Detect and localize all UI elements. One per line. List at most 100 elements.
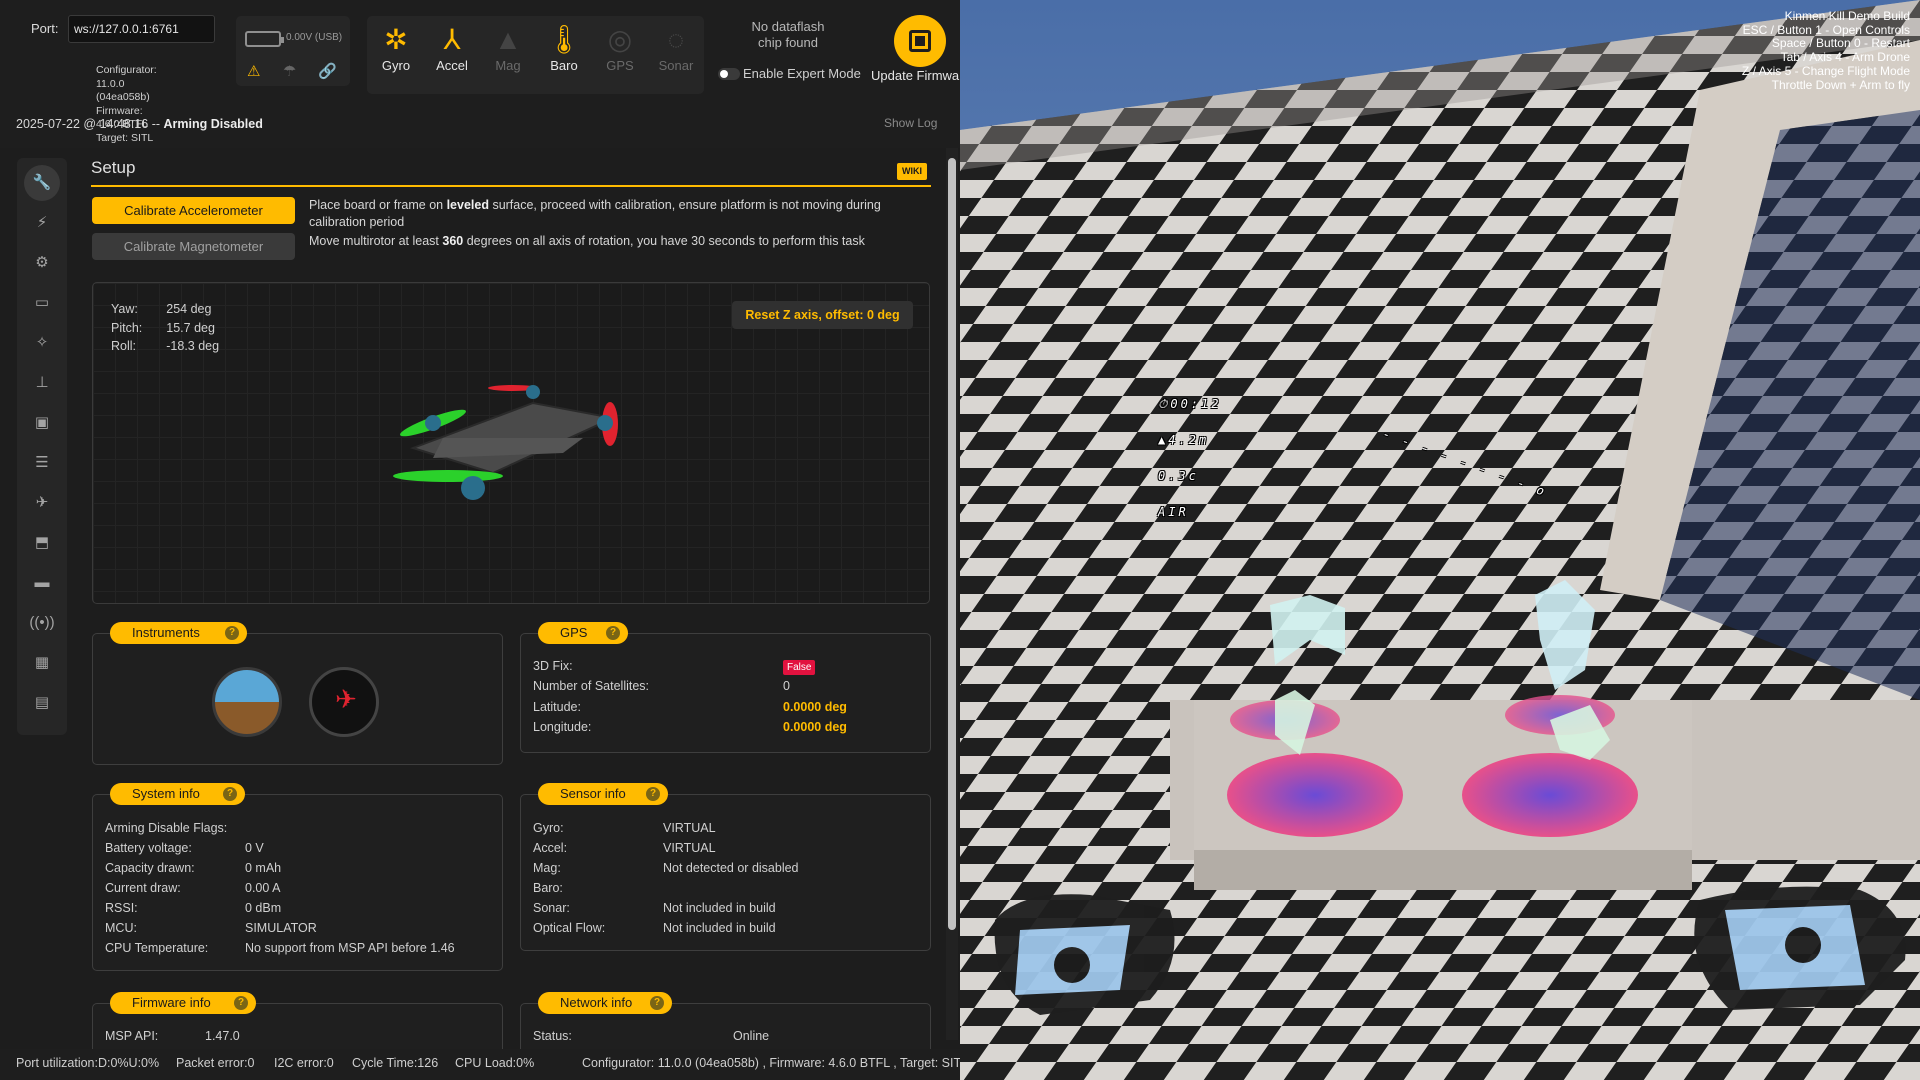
osd-icon[interactable]: ▬ [24,565,60,601]
cpu-load: CPU Load:0% [455,1056,535,1070]
note-text: Move multirotor at least [309,234,443,248]
note-bold: leveled [446,198,489,212]
update-firmware-label[interactable]: Update Firmware [871,68,960,83]
osd-mode: AIR [1158,505,1189,519]
wiki-button[interactable]: WIKI [897,163,927,180]
motor-icon[interactable]: ✈ [24,485,60,521]
servo-icon[interactable]: ⬒ [24,525,60,561]
help-icon[interactable]: ? [646,787,660,801]
reset-z-axis-button[interactable]: Reset Z axis, offset: 0 deg [732,301,913,329]
packet-error: Packet error:0 [176,1056,255,1070]
model-view: Yaw: 254 deg Pitch: 15.7 deg Roll: -18.3 de… [92,282,930,604]
robot-icon[interactable]: ▣ [24,405,60,441]
osd-volts: 0.3c [1158,469,1199,483]
sys-label: Current draw: [105,881,181,895]
help-icon[interactable]: ? [234,996,248,1010]
update-firmware-button[interactable] [894,15,946,67]
radio-icon[interactable]: ((•)) [24,605,60,641]
sensor-value: Not included in build [663,901,776,915]
sensor-baro: 🌡 Baro [538,22,590,73]
gps-label: Longitude: [533,720,592,734]
roll-value: -18.3 deg [166,339,220,353]
heading-indicator: ✈ [309,667,379,737]
accel-calibration-note: Place board or frame on leveled surface,… [309,197,914,231]
chip-icon[interactable]: ▦ [24,645,60,681]
sensor-value: Not included in build [663,921,776,935]
yaw-value: 254 deg [166,302,212,316]
msp-value: 1.47.0 [205,1029,240,1043]
sensor-label: Accel [436,58,468,73]
status-arming: Arming Disabled [163,117,263,131]
sys-label: CPU Temperature: [105,941,209,955]
sensor-value: Not detected or disabled [663,861,799,875]
sensor-label: Baro: [533,881,563,895]
chip-icon [909,30,931,52]
roll-label: Roll: [111,339,137,353]
sys-value: 0 V [245,841,264,855]
mag-icon: ▲ [494,24,522,55]
gps-label: Number of Satellites: [533,679,650,693]
calibrate-magnetometer-button[interactable]: Calibrate Magnetometer [92,233,295,260]
toggles-icon[interactable]: ☰ [24,445,60,481]
sensor-label: GPS [606,58,634,73]
sensor-info-header: Sensor info? [538,783,668,805]
instruments-panel [92,633,503,765]
attitude-readout: Yaw: 254 deg Pitch: 15.7 deg Roll: -18.3 de… [109,299,243,357]
status-footer: Port utilization:D:0%U:0% Packet error:0… [0,1049,960,1080]
gps-label: Latitude: [533,700,581,714]
cli-icon[interactable]: ▤ [24,685,60,721]
show-log-link[interactable]: Show Log [884,116,937,130]
gps-value: 0.0000 deg [783,720,847,734]
sys-value: SIMULATOR [245,921,317,935]
help-line: ESC / Button 1 - Open Controls [1742,22,1910,37]
scrollbar-thumb[interactable] [948,158,956,930]
fix-badge: False [783,660,816,675]
dataflash-status: No dataflash chip found [730,19,846,51]
sonar-icon: ◌ [667,24,685,55]
status-timestamp: 2025-07-22 @ 14:48:16 -- [16,117,164,131]
system-info-header: System info? [110,783,245,805]
port-label: Port: [31,21,59,36]
simulator-view[interactable]: ⏱00:12 ▲4.2m 0.3c AIR - - - - - - - - o … [960,0,1920,1080]
panel-title: System info [132,786,200,801]
baro-icon: 🌡 [546,24,582,55]
arming-status: 2025-07-22 @ 14:48:16 -- Arming Disabled [16,117,263,131]
sim-help-text: Kinmen Kill Demo Build ESC / Button 1 - … [1742,9,1910,92]
gps-header: GPS? [538,622,628,644]
firmware-info-header: Firmware info? [110,992,256,1014]
battery-icon[interactable]: ▭ [24,285,60,321]
help-icon[interactable]: ? [650,996,664,1010]
tab-sidebar: 🔧 ⚡ ⚙ ▭ ✧ ⊥ ▣ ☰ ✈ ⬒ ▬ ((•)) ▦ ▤ [17,158,67,735]
osd-timer: ⏱00:12 [1158,397,1222,411]
wrench-icon[interactable]: 🔧 [24,165,60,201]
panel-title: Firmware info [132,995,211,1010]
calibrate-accelerometer-button[interactable]: Calibrate Accelerometer [92,197,295,224]
gear-icon[interactable]: ⚙ [24,245,60,281]
sys-label: MCU: [105,921,137,935]
config-line: Firmware: [96,104,143,117]
sys-label: RSSI: [105,901,138,915]
network-info-header: Network info? [538,992,672,1014]
help-icon[interactable]: ? [225,626,239,640]
expert-mode-toggle[interactable] [718,68,740,80]
help-icon[interactable]: ? [606,626,620,640]
gps-label: 3D Fix: [533,659,573,673]
hierarchy-icon[interactable]: ⊥ [24,365,60,401]
sensor-label: Gyro [381,58,411,73]
configurator-window: Port: ws://127.0.0.1:6761 Configurator: … [0,0,960,1080]
plug-icon[interactable]: ⚡ [24,205,60,241]
warning-icon: ⚠ [247,63,261,80]
scrollbar[interactable] [946,148,958,1040]
gps-value: 0 [783,679,790,693]
osd-altitude: ▲4.2m [1158,433,1210,447]
panel-title: Network info [560,995,633,1010]
wand-icon[interactable]: ✧ [24,325,60,361]
sensor-label: Baro [550,58,578,73]
accel-icon: ⅄ [443,24,461,55]
port-input[interactable]: ws://127.0.0.1:6761 [68,15,215,43]
sys-label: Arming Disable Flags: [105,821,228,835]
help-icon[interactable]: ? [223,787,237,801]
sensor-gps: ◎ GPS [594,22,646,73]
port-utilization: Port utilization:D:0%U:0% [16,1056,160,1070]
sensor-value: VIRTUAL [663,821,716,835]
